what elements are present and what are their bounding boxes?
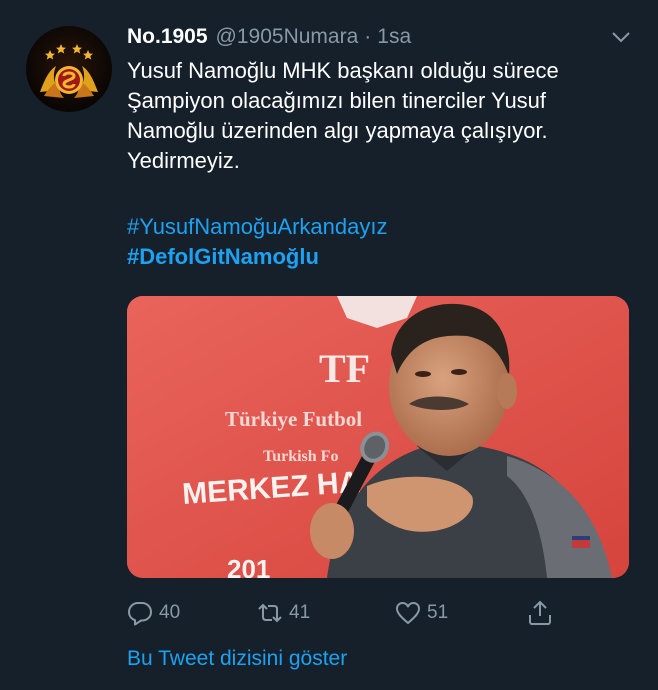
tweet-text-line: Yedirmeyiz. [127,148,240,173]
user-handle[interactable]: @1905Numara [216,25,359,49]
show-thread-link[interactable]: Bu Tweet dizisini göster [127,647,347,671]
tweet-header: No.1905 @1905Numara · 1sa [127,22,638,52]
reply-button[interactable]: 40 [127,596,180,630]
hashtag-link[interactable]: #YusufNamoğuArkandayız [127,212,388,242]
galatasaray-logo-icon [40,44,98,98]
tweet[interactable]: No.1905 @1905Numara · 1sa Yusuf Namoğlu … [0,0,658,690]
tweet-actions: 40 41 51 [127,596,557,630]
like-button[interactable]: 51 [395,596,448,630]
sign-text: TF [319,346,370,391]
avatar[interactable] [26,26,112,112]
tweet-text-line: Namoğlu üzerinden algı yapmaya çalışıyor… [127,118,548,143]
tweet-text-line: Şampiyon olacağımızı bilen tinerciler Yu… [127,88,547,113]
tweet-text: Yusuf Namoğlu MHK başkanı olduğu sürece … [127,56,637,176]
sign-text: Turkish Fo [263,448,338,465]
timestamp[interactable]: 1sa [377,25,411,49]
photo-man-speaking-microphone: TF Türkiye Futbol Turkish Fo MERKEZ HA 2… [127,296,629,578]
reply-icon [128,602,152,626]
display-name[interactable]: No.1905 [127,25,208,49]
reply-count: 40 [159,602,181,623]
heart-icon [396,602,420,624]
retweet-icon [258,603,282,623]
tweet-text-line: Yusuf Namoğlu MHK başkanı olduğu sürece [127,58,559,83]
separator-dot: · [364,25,372,48]
sign-text: Türkiye Futbol [225,407,362,431]
share-icon [529,600,551,625]
tweet-photo[interactable]: TF Türkiye Futbol Turkish Fo MERKEZ HA 2… [127,296,629,578]
hashtag-link[interactable]: #DefolGitNamoğlu [127,242,319,272]
like-count: 51 [427,602,449,623]
sign-text: 201 [227,554,270,578]
retweet-count: 41 [289,602,311,623]
retweet-button[interactable]: 41 [257,596,310,630]
share-button[interactable] [527,596,559,630]
chevron-down-icon[interactable] [610,28,632,46]
